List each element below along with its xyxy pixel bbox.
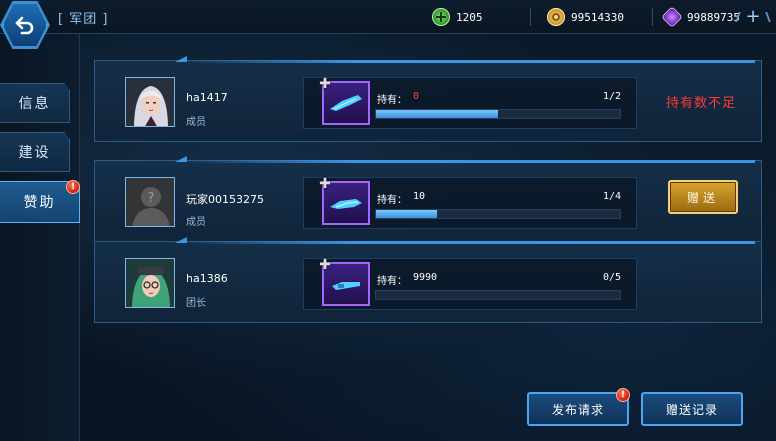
tab-support-label: 赞助 xyxy=(23,195,56,211)
tab-build-label: 建设 xyxy=(18,145,51,161)
member-name: ha1417 xyxy=(186,91,228,104)
divider xyxy=(530,8,531,26)
gift-button[interactable]: 赠送 xyxy=(668,180,738,214)
white-haired-heroine-avatar xyxy=(125,77,175,127)
publish-request-label: 发布请求 xyxy=(551,402,604,417)
add-currency-button[interactable]: + xyxy=(741,8,765,26)
hold-value: 0 xyxy=(413,91,420,102)
currency-gem-value: 99889735 xyxy=(687,10,740,24)
tab-info-label: 信息 xyxy=(18,96,51,112)
divider xyxy=(652,8,653,26)
progress-bar-fill xyxy=(376,210,437,218)
puzzle-piece-icon: ✚ xyxy=(319,257,331,273)
hold-label: 持有： xyxy=(377,95,407,106)
gift-record-button[interactable]: 赠送记录 xyxy=(641,392,743,426)
green-plus-coin-icon xyxy=(432,8,450,26)
member-card: ha1386 团长 ✚ 持有： 9990 0/5 xyxy=(94,241,762,323)
progress-bar xyxy=(375,209,621,219)
currency-green[interactable]: 1205 xyxy=(432,7,483,27)
svg-text:?: ? xyxy=(148,191,155,206)
alert-badge-icon: ! xyxy=(616,388,630,402)
gift-record-label: 赠送记录 xyxy=(665,402,718,417)
top-bar: [ 军团 ] 1205 99514330 99889735 + xyxy=(0,0,776,34)
member-name: ha1386 xyxy=(186,272,228,285)
progress-fraction: 1/2 xyxy=(602,91,621,102)
purple-gem-icon xyxy=(661,6,683,28)
green-haired-heroine-avatar xyxy=(125,258,175,308)
currency-gem[interactable]: 99889735 xyxy=(661,6,740,28)
tab-build[interactable]: 建设 xyxy=(0,132,70,172)
publish-request-button[interactable]: 发布请求 xyxy=(527,392,629,426)
default-silhouette-avatar: ? xyxy=(125,177,175,227)
progress-fraction: 0/5 xyxy=(602,272,621,283)
page-title: [ 军团 ] xyxy=(58,12,109,27)
alert-badge-icon: ! xyxy=(66,180,80,194)
insufficient-status: 持有数不足 xyxy=(666,96,737,111)
tab-info[interactable]: 信息 xyxy=(0,83,70,123)
member-card: ? 玩家00153275 成员 ✚ 持有： 10 1/4 赠送 xyxy=(94,160,762,242)
currency-gold[interactable]: 99514330 xyxy=(547,7,624,27)
hold-value: 10 xyxy=(413,191,426,202)
progress-bar-fill xyxy=(376,110,498,118)
progress-bar xyxy=(375,109,621,119)
gold-coin-icon xyxy=(547,8,565,26)
member-name: 玩家00153275 xyxy=(186,193,264,206)
hold-label: 持有： xyxy=(377,276,407,287)
member-role: 成员 xyxy=(186,117,206,128)
return-arrow-icon xyxy=(15,16,34,35)
progress-bar xyxy=(375,290,621,300)
gift-button-label: 赠送 xyxy=(686,190,719,205)
puzzle-piece-icon: ✚ xyxy=(319,176,331,192)
currency-gold-value: 99514330 xyxy=(571,10,624,24)
currency-green-value: 1205 xyxy=(456,10,483,24)
member-card: ha1417 成员 ✚ 持有： 0 1/2 持有数不足 xyxy=(94,60,762,142)
hold-value: 9990 xyxy=(413,272,438,283)
hold-label: 持有： xyxy=(377,195,407,206)
member-role: 团长 xyxy=(186,298,206,309)
puzzle-piece-icon: ✚ xyxy=(319,76,331,92)
progress-fraction: 1/4 xyxy=(602,191,621,202)
member-role: 成员 xyxy=(186,217,206,228)
